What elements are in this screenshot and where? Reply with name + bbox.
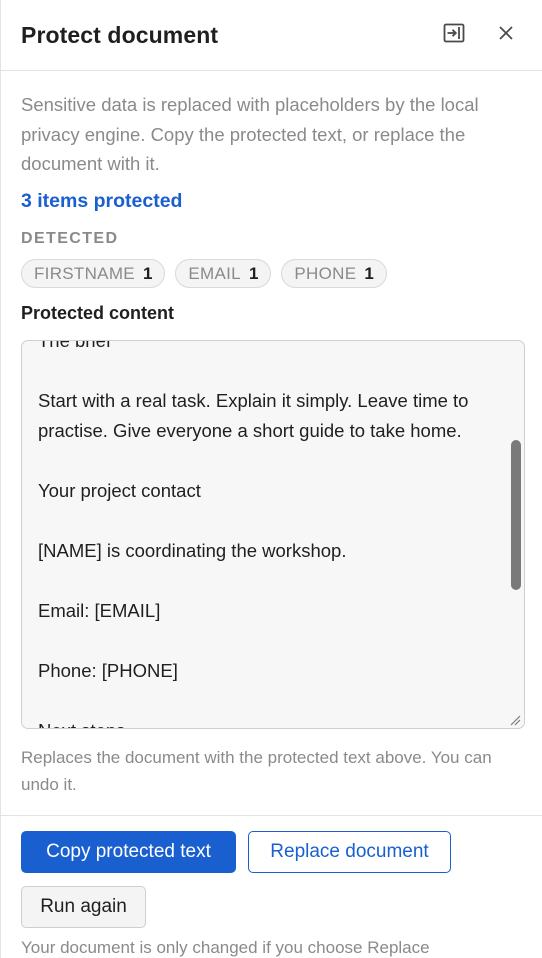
content-line	[38, 686, 508, 716]
dock-right-icon	[443, 23, 465, 48]
content-line: The brief	[38, 340, 112, 351]
protected-content-text: The brief Start with a real task. Explai…	[38, 340, 508, 728]
chip-email: EMAIL 1	[175, 259, 272, 288]
replace-document-button[interactable]: Replace document	[248, 831, 451, 873]
divider	[1, 815, 542, 816]
content-line: [NAME] is coordinating the workshop.	[38, 540, 347, 561]
panel-header: Protect document	[1, 0, 542, 71]
chip-count: 1	[248, 263, 259, 283]
protect-document-panel: Protect document Sensitive data is repla…	[0, 0, 542, 958]
footnote: Your document is only changed if you cho…	[21, 938, 430, 957]
panel-description: Sensitive data is replaced with placehol…	[21, 94, 479, 174]
protected-content-label: Protected content	[21, 303, 175, 323]
resize-handle-icon[interactable]	[509, 713, 521, 726]
content-line	[38, 506, 508, 536]
close-button[interactable]	[493, 22, 519, 48]
close-icon	[498, 25, 514, 46]
protected-count: 3 items protected	[21, 190, 183, 212]
content-line: Email: [EMAIL]	[38, 600, 161, 621]
replace-hint: Replaces the document with the protected…	[21, 748, 492, 794]
content-line: Next steps	[38, 716, 508, 728]
copy-protected-text-button[interactable]: Copy protected text	[21, 831, 236, 873]
protected-content-textarea[interactable]: The brief Start with a real task. Explai…	[21, 340, 525, 729]
content-line	[38, 626, 508, 656]
content-line: Your project contact	[38, 480, 201, 501]
detected-chips: FIRSTNAME 1 EMAIL 1 PHONE 1	[21, 259, 387, 288]
chip-phone: PHONE 1	[281, 259, 387, 288]
textarea-scrollbar[interactable]	[511, 440, 521, 590]
content-line	[38, 566, 508, 596]
content-line: Start with a real task. Explain it simpl…	[38, 390, 469, 411]
dock-panel-button[interactable]	[441, 22, 467, 48]
chip-count: 1	[142, 263, 153, 283]
chip-name: EMAIL	[188, 263, 241, 283]
content-line: Phone: [PHONE]	[38, 660, 178, 681]
content-line	[38, 446, 508, 476]
chip-name: FIRSTNAME	[34, 263, 135, 283]
panel-title: Protect document	[21, 22, 219, 48]
detected-label: DETECTED	[21, 230, 119, 247]
chip-name: PHONE	[294, 263, 357, 283]
chip-count: 1	[364, 263, 374, 283]
run-again-button[interactable]: Run again	[21, 886, 146, 928]
chip-firstname: FIRSTNAME 1	[21, 259, 166, 288]
content-line: practise. Give everyone a short guide to…	[38, 420, 462, 441]
content-line	[38, 356, 508, 386]
